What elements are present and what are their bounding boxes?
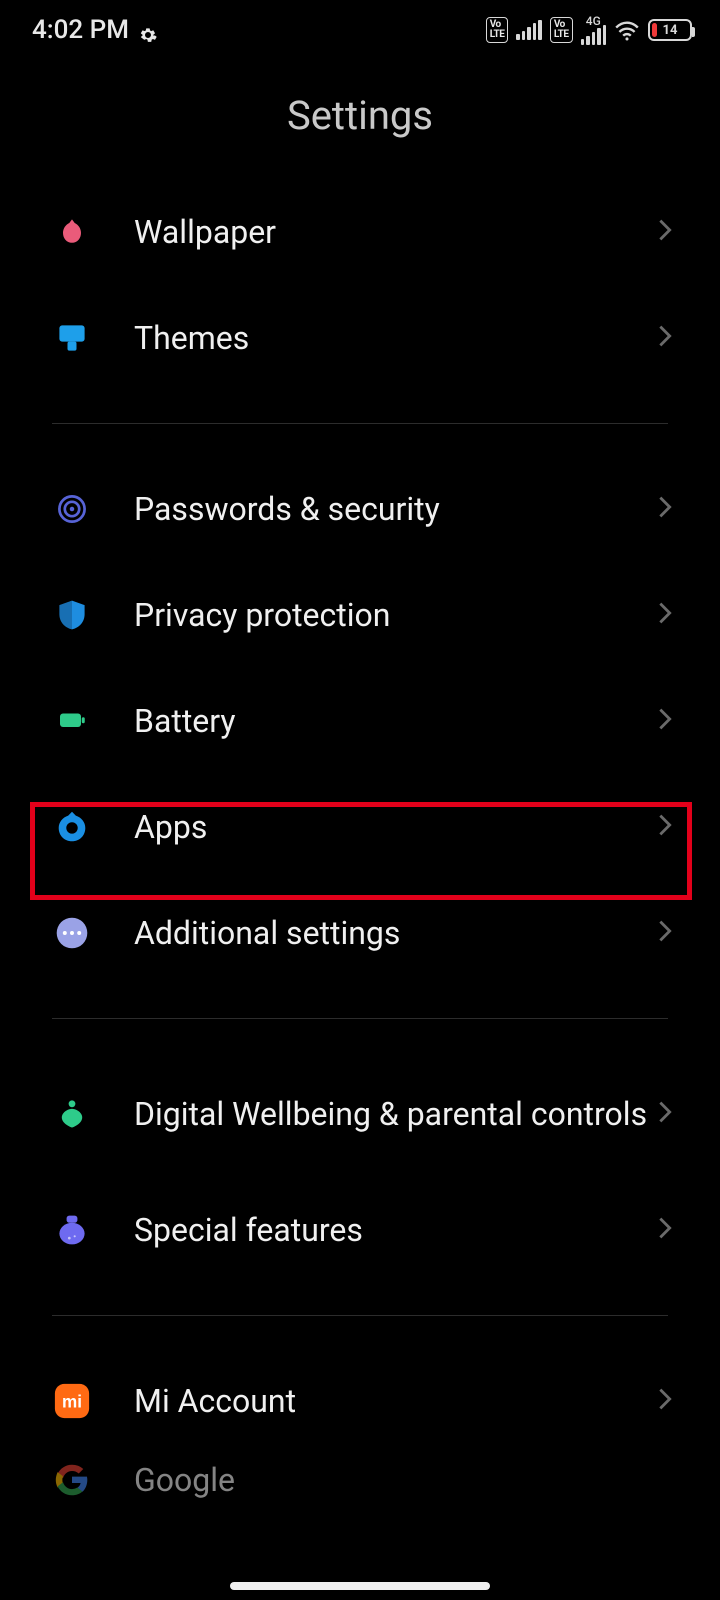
settings-item-label: Battery: [134, 701, 658, 741]
settings-item-privacy[interactable]: Privacy protection: [0, 562, 720, 668]
settings-item-special[interactable]: Special features: [0, 1177, 720, 1283]
chevron-right-icon: [658, 813, 676, 841]
settings-item-wallpaper[interactable]: Wallpaper: [0, 179, 720, 285]
gear-icon: [139, 21, 157, 39]
special-icon: [52, 1210, 92, 1250]
home-indicator[interactable]: [230, 1582, 490, 1590]
fingerprint-icon: [52, 489, 92, 529]
divider: [52, 1018, 668, 1019]
signal-icon: [516, 20, 542, 40]
settings-item-wellbeing[interactable]: Digital Wellbeing & parental controls: [0, 1051, 720, 1177]
settings-item-miaccount[interactable]: mi Mi Account: [0, 1348, 720, 1454]
settings-item-battery[interactable]: Battery: [0, 668, 720, 774]
status-left: 4:02 PM: [32, 15, 157, 45]
divider: [52, 423, 668, 424]
settings-item-additional[interactable]: Additional settings: [0, 880, 720, 986]
wallpaper-icon: [52, 212, 92, 252]
battery-percent: 14: [650, 23, 690, 38]
chevron-right-icon: [658, 1387, 676, 1415]
chevron-right-icon: [658, 919, 676, 947]
settings-item-label: Digital Wellbeing & parental controls: [134, 1094, 658, 1134]
settings-item-label: Special features: [134, 1210, 658, 1250]
status-bar: 4:02 PM VoLTE VoLTE 4G 14: [0, 0, 720, 60]
apps-icon: [52, 807, 92, 847]
network-label: 4G: [586, 15, 601, 27]
battery-icon: 14: [648, 19, 692, 41]
battery-icon: [52, 701, 92, 741]
shield-icon: [52, 595, 92, 635]
settings-item-label: Additional settings: [134, 913, 658, 953]
volte-icon: VoLTE: [486, 17, 509, 43]
themes-icon: [52, 318, 92, 358]
more-icon: [52, 913, 92, 953]
chevron-right-icon: [658, 495, 676, 523]
settings-item-label: Google: [134, 1460, 676, 1500]
volte-icon: VoLTE: [550, 17, 573, 43]
chevron-right-icon: [658, 1216, 676, 1244]
chevron-right-icon: [658, 218, 676, 246]
chevron-right-icon: [658, 707, 676, 735]
svg-text:mi: mi: [62, 1393, 82, 1412]
settings-item-themes[interactable]: Themes: [0, 285, 720, 391]
settings-item-label: Themes: [134, 318, 658, 358]
wellbeing-icon: [52, 1094, 92, 1134]
mi-icon: mi: [52, 1381, 92, 1421]
settings-item-label: Wallpaper: [134, 212, 658, 252]
wifi-icon: [614, 19, 640, 41]
chevron-right-icon: [658, 1100, 676, 1128]
settings-item-label: Privacy protection: [134, 595, 658, 635]
signal-icon: [581, 29, 607, 45]
settings-item-label: Apps: [134, 807, 658, 847]
settings-item-google[interactable]: Google: [0, 1454, 720, 1514]
divider: [52, 1315, 668, 1316]
google-icon: [52, 1460, 92, 1500]
chevron-right-icon: [658, 601, 676, 629]
chevron-right-icon: [658, 324, 676, 352]
page-title: Settings: [0, 92, 720, 139]
status-time: 4:02 PM: [32, 15, 129, 45]
settings-list: Wallpaper Themes Passwords & security Pr…: [0, 179, 720, 1514]
settings-item-passwords[interactable]: Passwords & security: [0, 456, 720, 562]
settings-item-label: Mi Account: [134, 1381, 658, 1421]
settings-item-apps[interactable]: Apps: [0, 774, 720, 880]
status-right: VoLTE VoLTE 4G 14: [486, 15, 692, 45]
settings-item-label: Passwords & security: [134, 489, 658, 529]
